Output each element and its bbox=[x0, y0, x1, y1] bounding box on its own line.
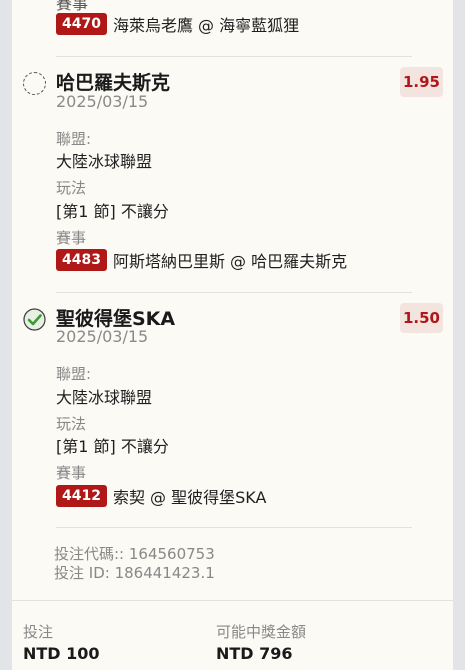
check-circle-icon bbox=[23, 308, 46, 331]
event-line: 4483 阿斯塔納巴里斯 @ 哈巴羅夫斯克 bbox=[56, 248, 347, 272]
match-date: 2025/03/15 bbox=[56, 327, 149, 346]
divider bbox=[56, 56, 412, 57]
divider bbox=[56, 292, 412, 293]
league-label: 聯盟: bbox=[56, 365, 92, 383]
play-label: 玩法 bbox=[56, 179, 87, 197]
event-matchup: 阿斯塔納巴里斯 @ 哈巴羅夫斯克 bbox=[112, 252, 348, 271]
team-name: 哈巴羅夫斯克 bbox=[56, 72, 171, 94]
stake-value: NTD 100 bbox=[23, 644, 100, 663]
divider bbox=[56, 527, 412, 528]
play-value: [第1 節] 不讓分 bbox=[56, 437, 169, 456]
event-line: 4470 海萊烏老鷹 @ 海寧藍狐狸 bbox=[56, 12, 299, 36]
odds-badge: 1.95 bbox=[400, 67, 443, 97]
league-value: 大陸冰球聯盟 bbox=[56, 152, 153, 171]
selection-radio-unchecked[interactable] bbox=[23, 72, 46, 95]
event-line: 4412 索契 @ 聖彼得堡SKA bbox=[56, 484, 266, 508]
event-matchup: 索契 @ 聖彼得堡SKA bbox=[112, 488, 267, 507]
event-id-badge: 4412 bbox=[56, 485, 107, 507]
bet-id: 投注 ID: 186441423.1 bbox=[54, 564, 215, 582]
bet-code: 投注代碼:: 164560753 bbox=[54, 545, 215, 563]
event-matchup: 海萊烏老鷹 @ 海寧藍狐狸 bbox=[112, 16, 300, 35]
payout-label: 可能中獎金額 bbox=[216, 623, 307, 641]
odds-badge: 1.50 bbox=[400, 303, 443, 333]
event-id-badge: 4470 bbox=[56, 13, 107, 35]
event-id-badge: 4483 bbox=[56, 249, 107, 271]
play-value: [第1 節] 不讓分 bbox=[56, 202, 169, 221]
event-label: 賽事 bbox=[56, 229, 87, 247]
league-label: 聯盟: bbox=[56, 130, 92, 148]
play-label: 玩法 bbox=[56, 415, 87, 433]
bet-slip-card: 賽事 4470 海萊烏老鷹 @ 海寧藍狐狸 哈巴羅夫斯克 1.95 2025/0… bbox=[12, 0, 453, 670]
footer-divider bbox=[12, 600, 453, 601]
match-date: 2025/03/15 bbox=[56, 92, 149, 111]
stake-label: 投注 bbox=[23, 623, 54, 641]
selection-radio-checked[interactable] bbox=[23, 308, 46, 331]
league-value: 大陸冰球聯盟 bbox=[56, 388, 153, 407]
event-label: 賽事 bbox=[56, 464, 87, 482]
payout-value: NTD 796 bbox=[216, 644, 293, 663]
